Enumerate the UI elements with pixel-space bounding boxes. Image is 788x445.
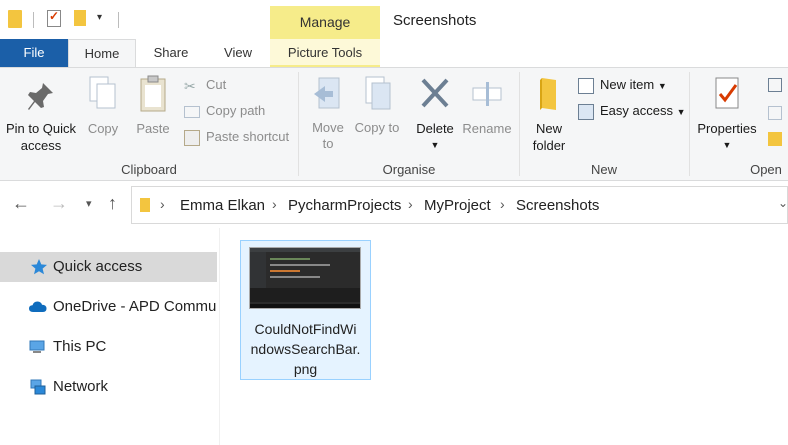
chevron-down-icon: ▼	[430, 140, 440, 150]
paste-button[interactable]: Paste	[133, 70, 173, 137]
copy-path-icon	[184, 106, 200, 118]
nav-item-onedrive[interactable]: OneDrive - APD Commun	[0, 292, 217, 322]
easy-access-button[interactable]: Easy access ▼	[578, 102, 688, 122]
ribbon: Pin to Quick access Copy Paste ✂ Cut Cop…	[0, 67, 788, 181]
chevron-right-icon[interactable]: ›	[408, 196, 413, 212]
cloud-icon	[29, 301, 47, 312]
nav-item-quick-access[interactable]: Quick access	[0, 252, 217, 282]
address-bar[interactable]: › Emma Elkan › PycharmProjects › MyProje…	[131, 186, 788, 224]
network-icon	[30, 379, 46, 395]
file-item[interactable]: CouldNotFindWi ndowsSearchBar. png	[240, 240, 371, 380]
copy-path-button[interactable]: Copy path	[184, 102, 294, 122]
open-small-icon[interactable]	[768, 78, 782, 92]
delete-x-icon	[421, 78, 449, 108]
edit-small-icon[interactable]	[768, 106, 782, 120]
copy-to-button[interactable]: Copy to	[354, 70, 400, 136]
copy-label: Copy	[87, 121, 119, 136]
copy-icon	[89, 76, 116, 109]
organise-group-label: Organise	[382, 162, 436, 177]
easy-access-icon	[578, 104, 594, 120]
chevron-right-icon[interactable]: ›	[272, 196, 277, 212]
move-to-label: Move to	[312, 120, 344, 151]
new-item-button[interactable]: New item ▼	[578, 76, 678, 96]
paste-label: Paste	[136, 121, 170, 136]
properties-icon	[715, 77, 739, 109]
chevron-right-icon[interactable]: ›	[500, 196, 505, 212]
manage-tab[interactable]: Manage	[270, 6, 380, 39]
copy-to-label: Copy to	[354, 120, 400, 135]
tab-view[interactable]: View	[206, 39, 270, 67]
move-to-icon	[314, 77, 340, 109]
paste-shortcut-icon	[184, 130, 200, 146]
clipboard-icon	[140, 75, 166, 112]
recent-locations-chevron-icon[interactable]: ▾	[86, 197, 92, 210]
new-group-label: New	[590, 162, 617, 177]
folder-icon	[140, 198, 150, 212]
delete-button[interactable]: Delete ▼	[412, 70, 458, 154]
cut-button[interactable]: ✂ Cut	[184, 76, 284, 96]
tab-picture-tools[interactable]: Picture Tools	[270, 39, 380, 67]
copy-to-icon	[365, 76, 391, 110]
up-arrow-icon[interactable]: ↑	[108, 193, 117, 214]
open-group-label: Open	[750, 162, 782, 177]
pin-icon	[28, 83, 53, 110]
title-bar: ▾ Manage Screenshots	[0, 0, 788, 39]
breadcrumb-item[interactable]: Screenshots	[516, 197, 599, 214]
properties-button[interactable]: Properties ▼	[694, 70, 760, 154]
file-name: CouldNotFindWi ndowsSearchBar. png	[250, 321, 361, 377]
properties-quick-icon[interactable]	[47, 9, 61, 27]
breadcrumb-item[interactable]: Emma Elkan	[180, 197, 265, 214]
forward-arrow-icon[interactable]: →	[50, 193, 68, 214]
scissors-icon: ✂	[184, 78, 196, 94]
tab-home[interactable]: Home	[68, 39, 136, 67]
new-folder-icon	[540, 78, 556, 110]
image-thumbnail	[249, 247, 361, 309]
tab-file[interactable]: File	[0, 39, 68, 67]
pin-to-quick-access-button[interactable]: Pin to Quick access	[4, 70, 78, 154]
delete-label: Delete	[416, 121, 454, 136]
computer-icon	[29, 340, 45, 353]
address-dropdown-icon[interactable]: ⌄	[778, 196, 788, 210]
copy-button[interactable]: Copy	[84, 70, 122, 137]
move-to-button[interactable]: Move to	[305, 70, 351, 152]
paste-shortcut-button[interactable]: Paste shortcut	[184, 128, 294, 148]
chevron-right-icon[interactable]: ›	[160, 196, 165, 212]
pin-label: Pin to Quick access	[5, 121, 77, 153]
folder-icon	[8, 10, 22, 28]
new-folder-label: New folder	[532, 121, 566, 153]
back-arrow-icon[interactable]: ←	[12, 193, 30, 214]
rename-icon	[472, 82, 502, 106]
clipboard-group-label: Clipboard	[121, 162, 177, 177]
nav-item-this-pc[interactable]: This PC	[0, 332, 217, 362]
window-title: Screenshots	[393, 12, 477, 29]
star-icon	[31, 259, 47, 275]
rename-label: Rename	[462, 121, 512, 136]
tab-share[interactable]: Share	[136, 39, 206, 67]
ribbon-tab-row: File Home Share View Picture Tools	[0, 39, 788, 67]
chevron-down-icon: ▼	[722, 140, 732, 150]
new-folder-button[interactable]: New folder	[526, 70, 572, 154]
history-small-icon[interactable]	[768, 132, 782, 146]
new-folder-quick-icon[interactable]	[74, 10, 86, 26]
breadcrumb-item[interactable]: PycharmProjects	[288, 197, 401, 214]
new-item-icon	[578, 78, 594, 94]
customize-quick-access-icon[interactable]: ▾	[97, 12, 102, 23]
nav-item-network[interactable]: Network	[0, 372, 217, 402]
properties-label: Properties	[697, 121, 757, 136]
breadcrumb-item[interactable]: MyProject	[424, 197, 491, 214]
rename-button[interactable]: Rename	[461, 70, 513, 137]
